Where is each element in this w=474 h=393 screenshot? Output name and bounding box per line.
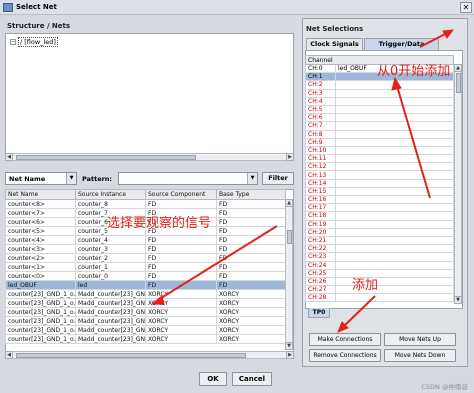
annotation-add: 添加 (352, 278, 379, 293)
annotation-arrow-add (341, 295, 376, 329)
annotation-arrowhead-tab (442, 29, 455, 39)
annotation-start-from-zero: 从0开始添加 (377, 64, 451, 79)
annotation-arrowhead-channel (391, 76, 402, 91)
annotation-arrow-signal (157, 225, 278, 301)
watermark: CSDN @仲南音 (421, 383, 468, 391)
annotation-select-signal: 选择要观察的信号 (107, 216, 212, 231)
annotation-arrowhead-signal (150, 295, 165, 305)
annotation-overlay (150, 29, 455, 333)
annotation-arrow-channel (396, 85, 431, 199)
